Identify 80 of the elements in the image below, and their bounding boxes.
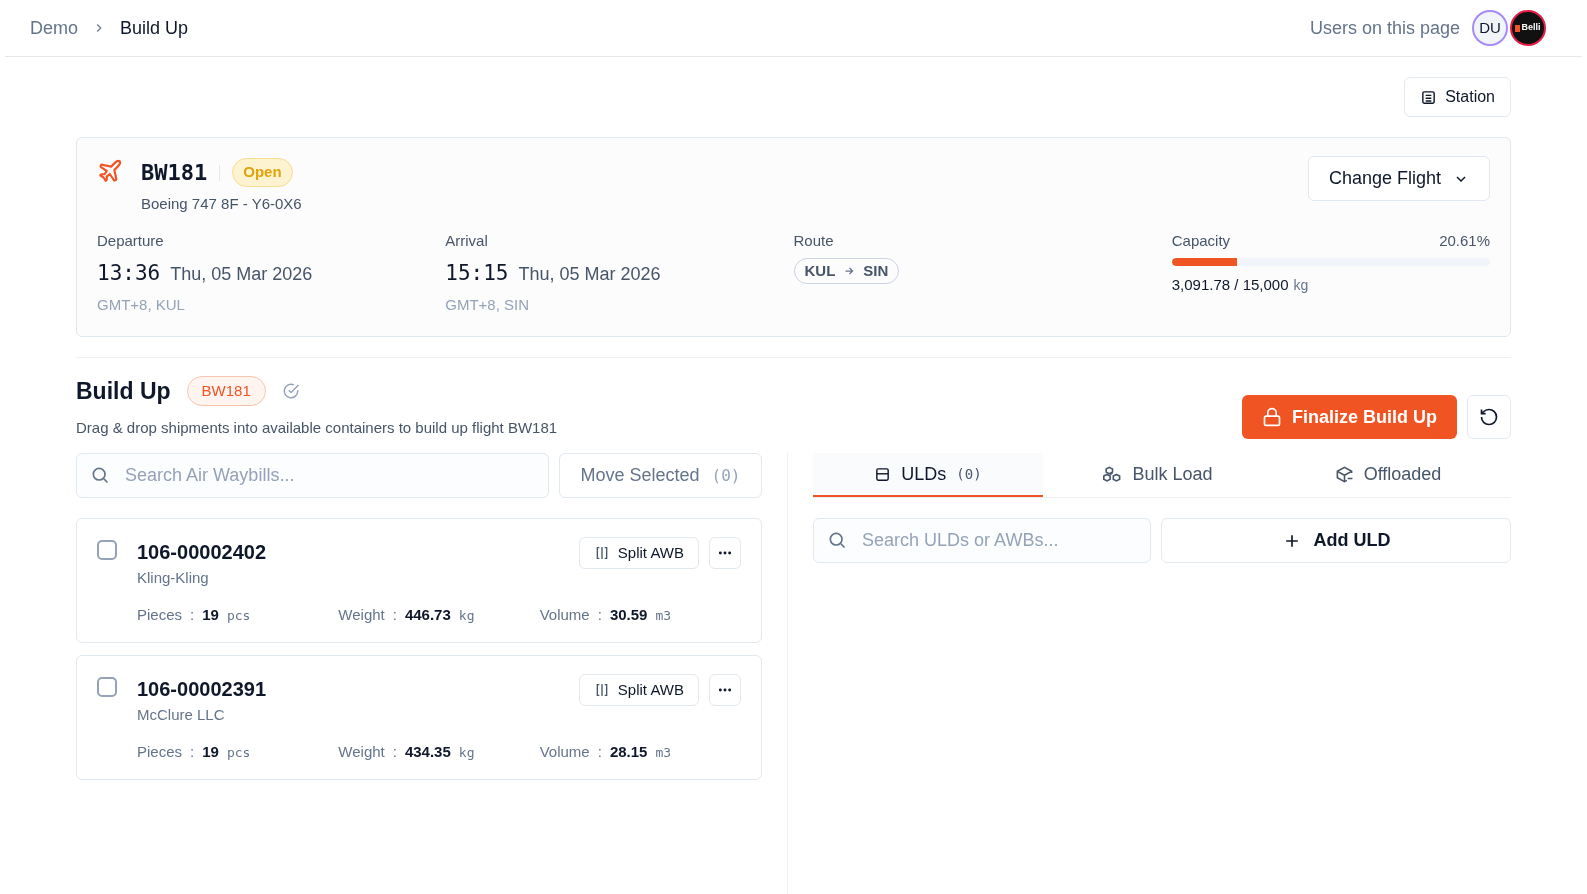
unit-label: pcs xyxy=(226,606,251,625)
user-avatar[interactable]: DU xyxy=(1472,10,1508,46)
container-icon xyxy=(874,465,892,483)
separator: : xyxy=(597,604,602,625)
separator: : xyxy=(392,741,397,762)
separator: : xyxy=(190,604,195,625)
search-field[interactable]: Search Air Waybills... xyxy=(76,453,549,498)
move-selected-button[interactable]: Move Selected (0) xyxy=(559,453,762,498)
tab[interactable]: Bulk Load xyxy=(1043,453,1273,497)
tab[interactable]: Offloaded xyxy=(1273,453,1503,497)
section-title: Build Up xyxy=(76,377,171,406)
field-label: Arrival xyxy=(445,230,489,251)
field-value: 19 xyxy=(202,604,219,625)
add-uld-button[interactable]: Add ULD xyxy=(1161,518,1511,563)
shipment-card[interactable]: 106-00002402 Kling-Kling Split AWB Pieces : 19 pcs Weight : 446.73 kg Volume : 30.59 m3 xyxy=(76,518,762,643)
awb-number: 106-00002402 xyxy=(137,540,266,565)
timezone-label: GMT+8, KUL xyxy=(97,294,186,315)
capacity-value: 3,091.78 / 15,000 xyxy=(1171,275,1289,295)
unit-label: kg xyxy=(458,606,475,625)
user-avatar[interactable]: Belli xyxy=(1510,10,1546,46)
aircraft-label: Boeing 747 8F - Y6-0X6 xyxy=(141,194,302,214)
more-button[interactable] xyxy=(709,537,741,569)
split-awb-button[interactable]: Split AWB xyxy=(578,537,699,569)
shipment-card[interactable]: 106-00002391 McClure LLC Split AWB Pieces : 19 pcs Weight : 434.35 kg Volume : 28.15 m3 xyxy=(76,655,762,780)
flight-number: BW181 xyxy=(141,159,208,187)
flight-badge: BW181 xyxy=(186,376,266,407)
field-label: Route xyxy=(793,230,835,251)
field-label: Volume xyxy=(539,741,590,762)
awb-number: 106-00002391 xyxy=(137,677,266,702)
more-button[interactable] xyxy=(709,674,741,706)
field-label: Pieces xyxy=(137,604,183,625)
split-awb-button[interactable]: Split AWB xyxy=(578,674,699,706)
company-name: McClure LLC xyxy=(137,705,226,725)
breadcrumb-link[interactable]: Demo xyxy=(30,14,78,42)
date-value: Thu, 05 Mar 2026 xyxy=(170,263,313,286)
field-value: 30.59 xyxy=(609,604,648,625)
checkbox[interactable] xyxy=(97,540,117,560)
reset-button[interactable] xyxy=(1467,395,1511,439)
unit-label: kg xyxy=(458,743,475,762)
section-description: Drag & drop shipments into available containers to build up flight BW181 xyxy=(76,417,558,438)
breadcrumb-link[interactable]: Build Up xyxy=(120,14,189,42)
finalize-button[interactable]: Finalize Build Up xyxy=(1242,395,1457,439)
company-name: Kling-Kling xyxy=(137,568,210,588)
station-button[interactable]: Station xyxy=(1404,77,1511,117)
separator: : xyxy=(190,741,195,762)
checkbox[interactable] xyxy=(97,677,117,697)
plane-icon xyxy=(97,158,123,184)
time-value: 15:15 xyxy=(445,260,509,287)
unit-label: pcs xyxy=(226,743,251,762)
unit-label: m3 xyxy=(655,606,672,625)
tab[interactable]: ULDs (0) xyxy=(813,453,1043,497)
separator: : xyxy=(392,604,397,625)
field-label: Weight xyxy=(338,604,385,625)
separator: : xyxy=(597,741,602,762)
boxes-icon xyxy=(1103,464,1123,484)
time-value: 13:36 xyxy=(97,260,161,287)
change-flight-button[interactable]: Change Flight xyxy=(1307,156,1490,201)
reset-icon xyxy=(1479,407,1499,427)
check-circle-icon xyxy=(281,382,300,401)
status-badge: Open xyxy=(232,158,293,187)
presence-label: Users on this page xyxy=(1309,16,1460,40)
package-icon xyxy=(1334,464,1354,484)
lock-icon xyxy=(1262,407,1282,427)
field-value: 446.73 xyxy=(404,604,451,625)
field-value: 19 xyxy=(202,741,219,762)
search-field[interactable]: Search ULDs or AWBs... xyxy=(813,518,1151,563)
field-value: 434.35 xyxy=(404,741,451,762)
unit-label: kg xyxy=(1293,276,1309,295)
date-value: Thu, 05 Mar 2026 xyxy=(518,263,661,286)
building-icon xyxy=(1420,88,1438,106)
timezone-label: GMT+8, SIN xyxy=(445,294,531,315)
field-label: Capacity xyxy=(1171,230,1231,251)
capacity-percent: 20.61% xyxy=(1439,230,1490,251)
arrow-right-icon xyxy=(843,265,856,277)
field-value: 28.15 xyxy=(609,741,648,762)
field-label: Weight xyxy=(338,741,385,762)
field-label: Departure xyxy=(97,230,165,251)
unit-label: m3 xyxy=(655,743,672,762)
field-label: Pieces xyxy=(137,741,183,762)
field-label: Volume xyxy=(539,604,590,625)
